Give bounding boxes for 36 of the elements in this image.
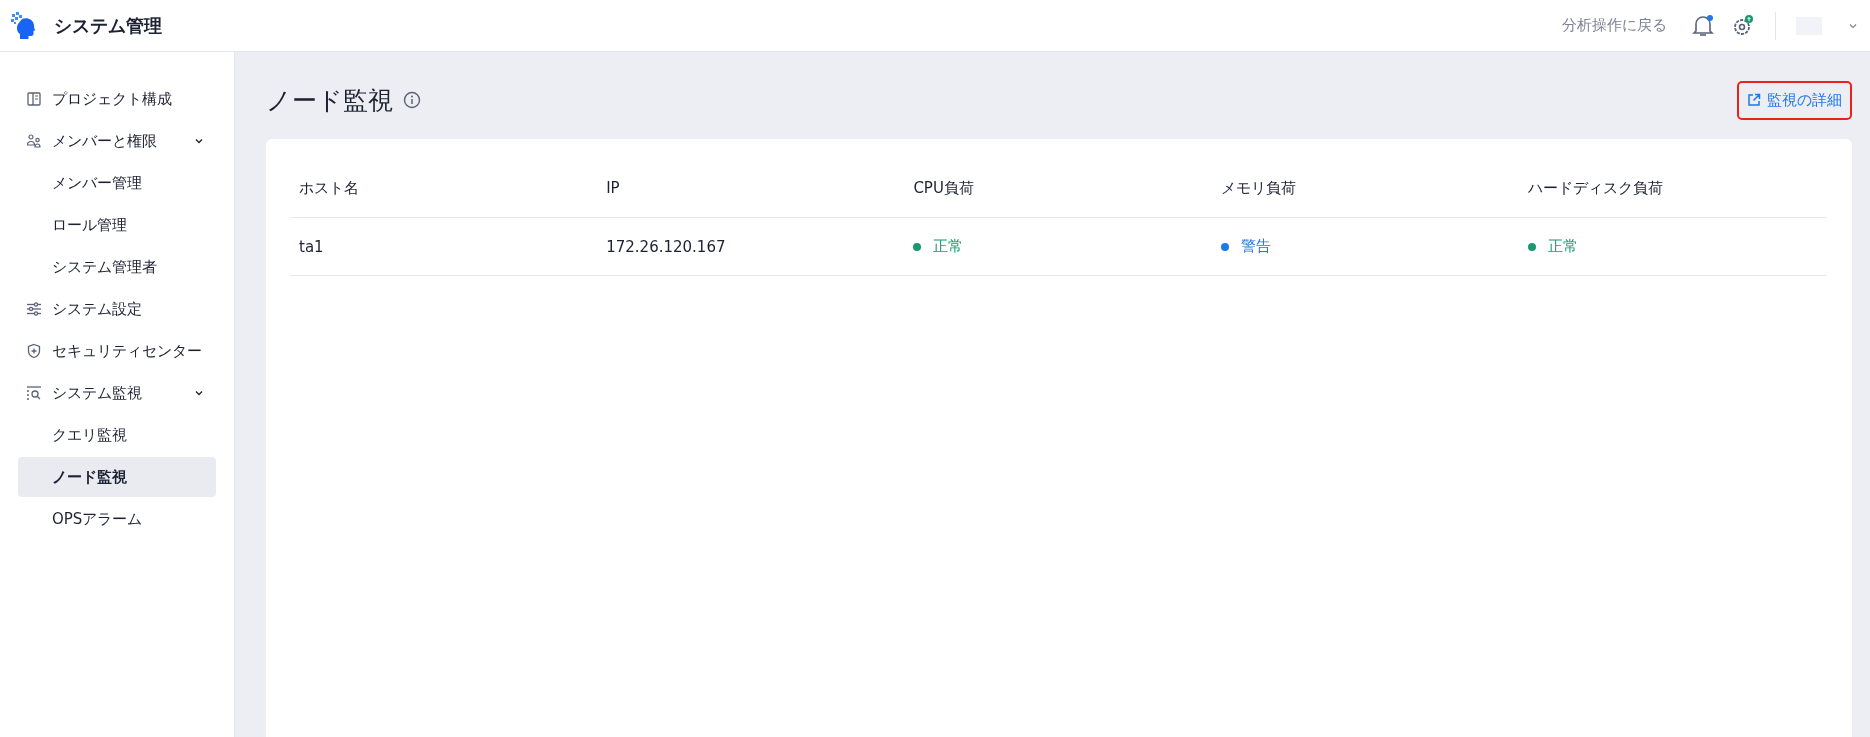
bell-icon[interactable] xyxy=(1691,13,1715,38)
sidebar-item[interactable]: クエリ監視 xyxy=(18,415,216,455)
sidebar-item[interactable]: システム監視 xyxy=(18,373,216,413)
sidebar-item[interactable]: メンバー管理 xyxy=(18,163,216,203)
monitor-detail-link[interactable]: 監視の詳細 xyxy=(1737,80,1852,120)
status-text: 警告 xyxy=(1240,237,1271,257)
external-link-icon xyxy=(1747,93,1761,107)
chevron-icon xyxy=(194,136,204,146)
chevron-icon xyxy=(194,388,204,398)
sidebar-item[interactable]: ロール管理 xyxy=(18,205,216,245)
shield-icon xyxy=(26,343,42,359)
panel-icon xyxy=(26,91,42,107)
sidebar-item[interactable]: メンバーと権限 xyxy=(18,121,216,161)
column-header: IP xyxy=(597,159,905,218)
sidebar-item[interactable]: ノード監視 xyxy=(18,457,216,497)
sidebar-item[interactable]: OPSアラーム xyxy=(18,499,216,539)
sidebar-item[interactable]: システム設定 xyxy=(18,289,216,329)
list-search-icon xyxy=(26,385,42,401)
app-title: システム管理 xyxy=(54,13,162,38)
column-header: ハードディスク負荷 xyxy=(1518,159,1826,218)
table-cell: ta1 xyxy=(290,217,598,276)
back-link[interactable]: 分析操作に戻る xyxy=(1562,16,1667,35)
sliders-icon xyxy=(26,301,42,317)
sidebar-item[interactable]: システム管理者 xyxy=(18,247,216,287)
table-cell: 172.26.120.167 xyxy=(597,217,905,276)
column-header: CPU負荷 xyxy=(904,159,1212,218)
sidebar-item[interactable]: セキュリティセンター xyxy=(18,331,216,371)
sidebar-item[interactable]: プロジェクト構成 xyxy=(18,79,216,119)
column-header: ホスト名 xyxy=(290,159,598,218)
gear-icon[interactable] xyxy=(1731,13,1755,38)
status-text: 正常 xyxy=(1547,237,1578,257)
status-text: 正常 xyxy=(933,237,964,257)
column-header: メモリ負荷 xyxy=(1211,159,1519,218)
people-icon xyxy=(26,133,42,149)
page-title: ノード監視 xyxy=(266,84,393,117)
info-icon[interactable] xyxy=(403,91,421,109)
